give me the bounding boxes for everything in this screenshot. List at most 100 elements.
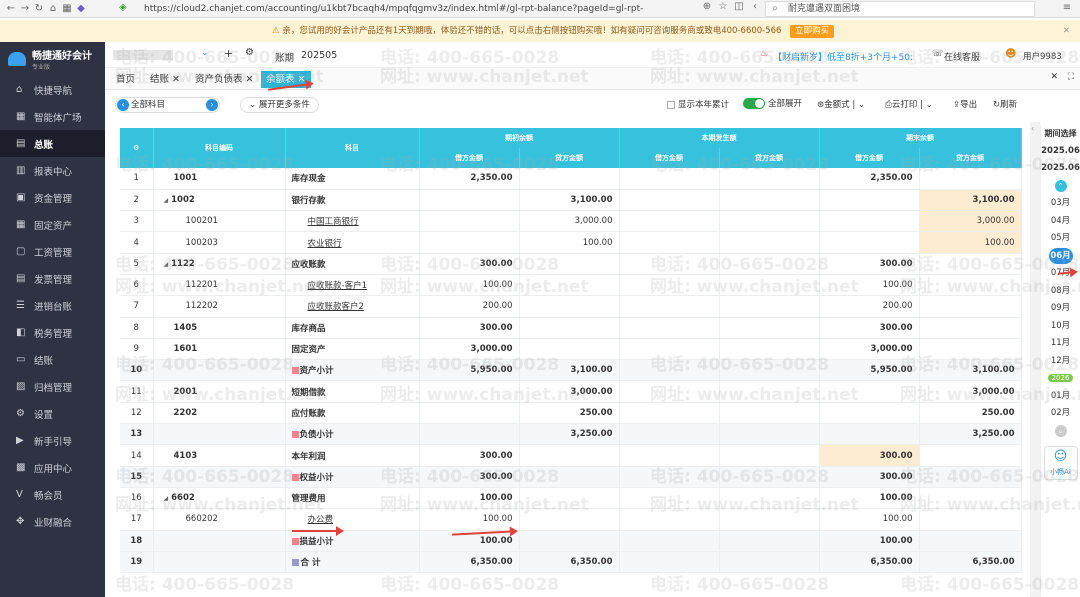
print-button[interactable]: ⎙云打印 | ⌄ — [885, 98, 933, 110]
table-row[interactable]: 14 4103 本年利润 300.00 300.00 — [120, 444, 1022, 467]
subject-name-text[interactable]: 应收账款-客户1 — [308, 281, 367, 291]
month-option[interactable]: 04月 — [1041, 213, 1080, 231]
tab-close-account[interactable]: 结账 ✕ — [145, 71, 185, 88]
table-row[interactable]: 1 1001 库存现金 2,350.00 2,350.00 — [120, 168, 1022, 190]
split-icon[interactable]: ◫ — [732, 1, 746, 12]
settings-icon[interactable]: ⚙ — [245, 47, 254, 58]
sidebar-item-15[interactable]: ▩ 应用中心 — [0, 454, 105, 481]
sidebar-item-16[interactable]: V 畅会员 — [0, 481, 105, 508]
expand-all-toggle[interactable]: 全部展开 — [743, 97, 802, 109]
month-option[interactable]: 06月 — [1048, 247, 1073, 264]
month-option[interactable]: 09月 — [1041, 300, 1080, 318]
show-year-checkbox[interactable]: 显示本年累计 — [667, 98, 729, 110]
browser-search-input[interactable]: 耐克遭遇双面困境 — [765, 1, 1035, 17]
tab-home[interactable]: 首页 — [111, 71, 140, 88]
zoom-icon[interactable]: ⊕ — [700, 1, 714, 12]
month-option[interactable]: 08月 — [1041, 283, 1080, 301]
chevron-left-icon[interactable]: ‹ — [1031, 124, 1034, 133]
table-row[interactable]: 7 112202 应收账款客户2 200.00 200.00 — [120, 295, 1022, 318]
sidebar-item-11[interactable]: ▭ 结账 — [0, 346, 105, 373]
table-row[interactable]: 4 100203 农业银行 100.00 100.00 — [120, 231, 1022, 254]
sidebar-item-1[interactable]: ⌂ 快捷导航 — [0, 76, 105, 103]
sidebar-item-14[interactable]: ▶ 新手引导 — [0, 427, 105, 454]
month-option[interactable]: 01月 — [1041, 388, 1080, 406]
sidebar-item-3[interactable]: ▤ 总账 — [0, 130, 105, 157]
fullscreen-icon[interactable]: ⛶ — [1068, 72, 1074, 82]
ai-assistant-button[interactable]: ☺ 小畅AI — [1043, 446, 1078, 480]
table-row[interactable]: 6 112201 应收账款-客户1 100.00 100.00 — [120, 274, 1022, 297]
table-row[interactable]: 15 权益小计 300.00 300.00 — [120, 466, 1022, 488]
month-option[interactable]: 12月 — [1041, 353, 1080, 371]
table-row[interactable]: 9 1601 固定资产 3,000.00 3,000.00 — [120, 338, 1022, 361]
month-option[interactable]: 05月 — [1041, 230, 1080, 248]
star-icon[interactable]: ☆ — [716, 1, 730, 12]
close-all-icon[interactable]: ✕ — [1050, 72, 1058, 82]
grid-icon[interactable]: ▦ — [60, 3, 74, 14]
month-option[interactable]: 02月 — [1041, 405, 1080, 423]
promo-text[interactable]: 【财启新岁】低至8折+3个月+50: — [773, 50, 913, 63]
buy-now-button[interactable]: 立即购买 — [790, 25, 835, 38]
export-button[interactable]: ⇪导出 — [953, 98, 977, 110]
scroll-down-icon[interactable]: ⌄ — [1041, 423, 1080, 441]
forward-icon[interactable]: → — [18, 3, 32, 14]
close-icon[interactable]: ✕ — [1063, 20, 1070, 42]
subject-name-text[interactable]: 中国工商银行 — [308, 217, 359, 227]
subject-name-text[interactable]: 应收账款客户2 — [308, 302, 364, 312]
back-icon[interactable]: ← — [4, 3, 18, 14]
sidebar-item-9[interactable]: ☰ 进销台账 — [0, 292, 105, 319]
table-row[interactable]: 8 1405 库存商品 300.00 300.00 — [120, 317, 1022, 339]
next-icon[interactable]: › — [206, 99, 218, 111]
tab-balance-sheet[interactable]: 资产负债表 ✕ — [190, 71, 259, 88]
table-row[interactable]: 11 2001 短期借款 3,000.00 3,000.00 — [120, 380, 1022, 403]
chevron-down-icon[interactable]: ⌄ — [201, 48, 209, 58]
sidebar-item-7[interactable]: ▢ 工资管理 — [0, 238, 105, 265]
scrollbar[interactable]: ‹ — [1030, 122, 1040, 597]
table-row[interactable]: 13 负债小计 3,250.00 3,250.00 — [120, 423, 1022, 446]
toggle-switch[interactable] — [743, 98, 765, 109]
sidebar-item-17[interactable]: ✥ 业财融合 — [0, 508, 105, 535]
close-icon[interactable]: ✕ — [172, 74, 180, 85]
expand-triangle-icon[interactable]: ◢ — [164, 261, 169, 268]
prev-icon[interactable]: ‹ — [117, 99, 129, 111]
refresh-button[interactable]: ↻刷新 — [993, 98, 1017, 110]
sidebar-item-2[interactable]: ▦ 智能体广场 — [0, 103, 105, 130]
subject-name-text[interactable]: 农业银行 — [308, 239, 342, 249]
user-name[interactable]: 用户9983 — [1023, 50, 1062, 62]
avatar[interactable]: ☻ — [1005, 47, 1016, 60]
sidebar-item-6[interactable]: ▦ 固定资产 — [0, 211, 105, 238]
menu-icon[interactable]: ≡ — [1060, 2, 1074, 13]
table-row[interactable]: 12 2202 应付账款 250.00 250.00 — [120, 402, 1022, 425]
table-row[interactable]: 18 损益小计 100.00 100.00 — [120, 530, 1022, 552]
amount-format-dropdown[interactable]: ⊛金额式 | ⌄ — [817, 98, 865, 110]
online-support[interactable]: 在线客服 — [944, 50, 980, 63]
sidebar-item-10[interactable]: ◧ 税务管理 — [0, 319, 105, 346]
checkbox-icon[interactable] — [667, 100, 675, 109]
ai-icon[interactable]: ◆ — [74, 3, 88, 14]
period-to[interactable]: 2025.06 — [1041, 160, 1080, 178]
expand-triangle-icon[interactable]: ◢ — [164, 197, 169, 204]
sidebar-item-12[interactable]: ▨ 归档管理 — [0, 373, 105, 400]
address-bar[interactable]: https://cloud2.chanjet.com/accounting/u1… — [120, 1, 700, 30]
sidebar-item-13[interactable]: ⚙ 设置 — [0, 400, 105, 427]
subject-name-text[interactable]: 办公费 — [308, 515, 334, 525]
chevron-left-icon[interactable]: ‹ — [748, 1, 762, 12]
more-conditions-button[interactable]: ⌄ 展开更多条件 — [240, 97, 319, 113]
sidebar-item-5[interactable]: ▣ 资金管理 — [0, 184, 105, 211]
home-icon[interactable]: ⌂ — [46, 3, 60, 14]
plus-icon[interactable]: + — [224, 47, 233, 60]
table-row[interactable]: 16 ◢ 6602 管理费用 100.00 100.00 — [120, 487, 1022, 510]
period-value[interactable]: 202505 — [301, 50, 337, 61]
reload-icon[interactable]: ↻ — [32, 3, 46, 14]
expand-triangle-icon[interactable]: ◢ — [164, 495, 169, 502]
sidebar-item-8[interactable]: ▤ 发票管理 — [0, 265, 105, 292]
close-icon[interactable]: ✕ — [246, 74, 254, 85]
settings-icon[interactable]: ⚙ — [120, 128, 154, 168]
period-from[interactable]: 2025.06 — [1041, 143, 1080, 161]
month-option[interactable]: 03月 — [1041, 195, 1080, 213]
sidebar-item-4[interactable]: ▥ 报表中心 — [0, 157, 105, 184]
subject-select[interactable]: ‹ 全部科目 › — [115, 97, 220, 113]
table-row[interactable]: 5 ◢ 1122 应收账款 300.00 300.00 — [120, 253, 1022, 275]
month-option[interactable]: 11月 — [1041, 335, 1080, 353]
table-row[interactable]: 17 660202 办公费 100.00 100.00 — [120, 508, 1022, 531]
month-option[interactable]: 10月 — [1041, 318, 1080, 336]
